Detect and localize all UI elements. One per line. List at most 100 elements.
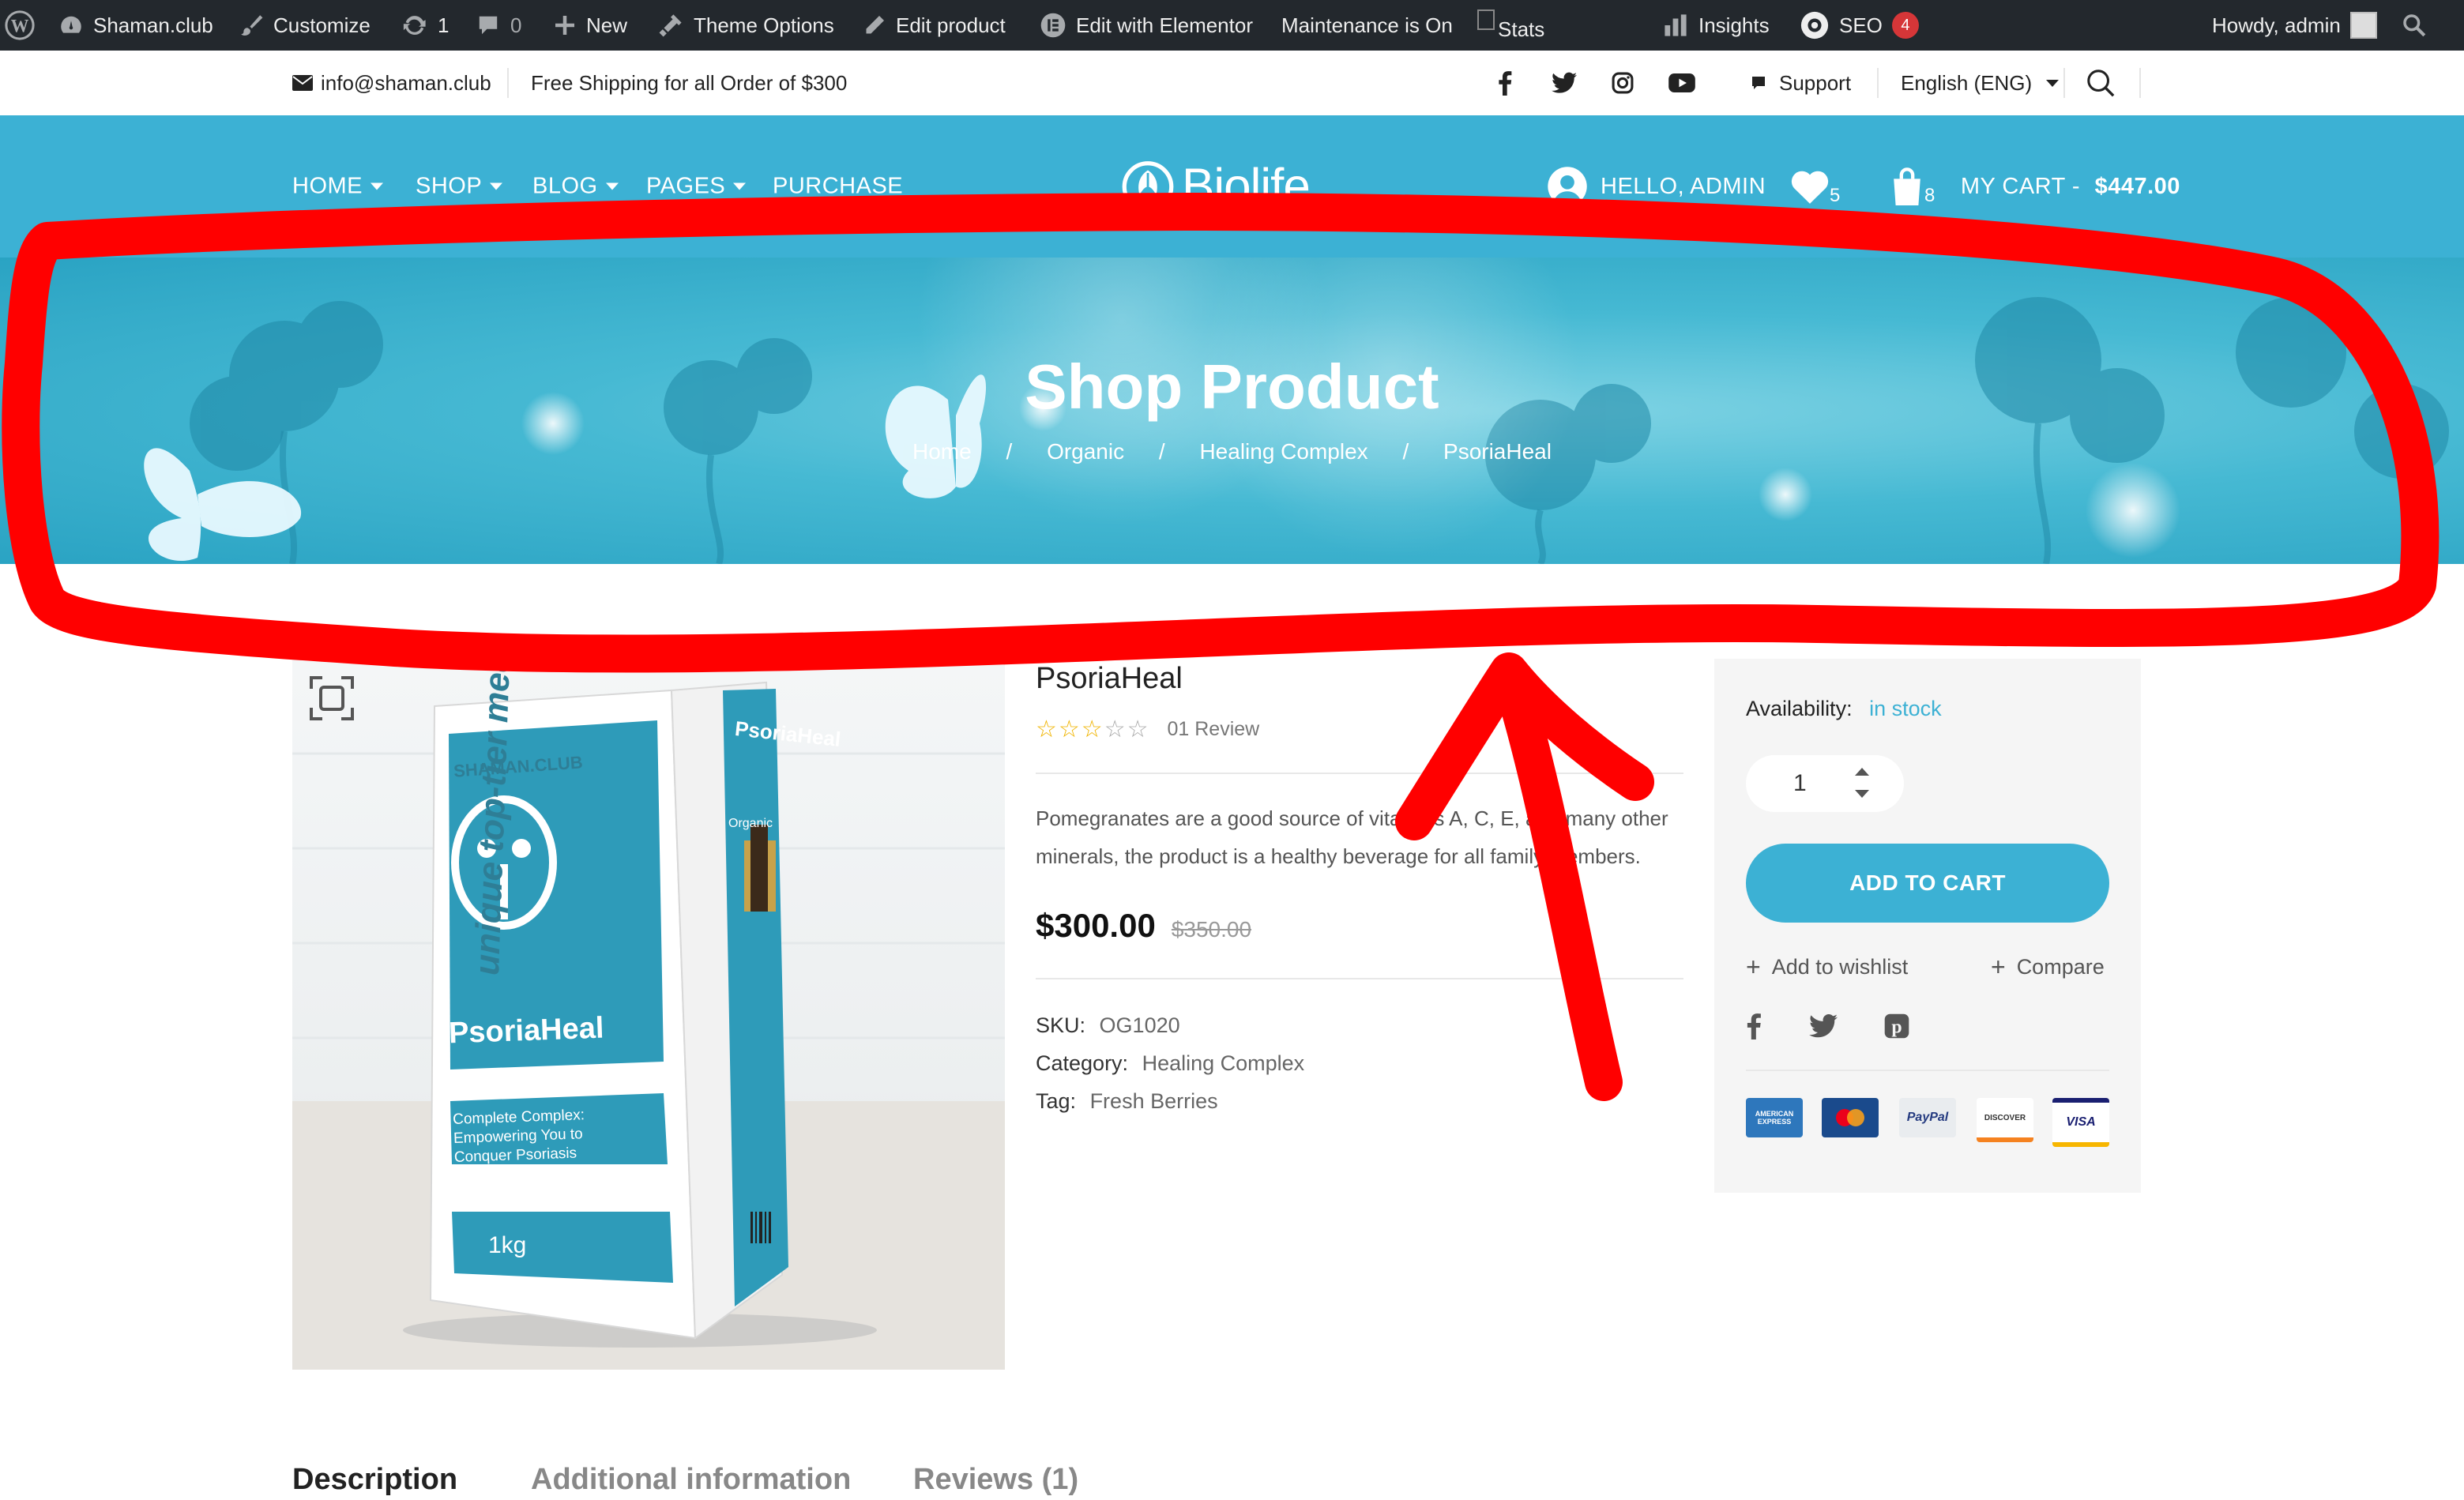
admin-theme-options-link[interactable]: Theme Options — [657, 0, 834, 51]
twitter-icon[interactable] — [1552, 51, 1577, 115]
star-rating-empty: ☆☆ — [1104, 716, 1150, 742]
star-rating[interactable]: ☆☆☆ — [1036, 716, 1104, 743]
shipping-notice: Free Shipping for all Order of $300 — [531, 51, 847, 115]
broken-image-icon — [1477, 9, 1495, 30]
nav-purchase[interactable]: PURCHASE — [773, 174, 903, 200]
page-title: Shop Product — [1025, 352, 1439, 422]
search-icon[interactable] — [2086, 51, 2116, 115]
box-weight: 1kg — [488, 1232, 527, 1258]
site-logo[interactable]: Biolife — [1120, 159, 1311, 215]
admin-stats-label: Stats — [1498, 17, 1545, 41]
wishlist-count: 5 — [1830, 185, 1841, 206]
tag-link[interactable]: Fresh Berries — [1090, 1089, 1218, 1113]
nav-blog[interactable]: BLOG — [532, 174, 619, 200]
nav-shop[interactable]: SHOP — [416, 173, 503, 200]
facebook-icon[interactable] — [1498, 51, 1512, 115]
tab-additional-information[interactable]: Additional information — [531, 1463, 851, 1497]
breadcrumb-home[interactable]: Home — [912, 439, 972, 464]
nav-shop-label: SHOP — [416, 173, 483, 199]
admin-new-link[interactable]: New — [553, 0, 627, 51]
admin-customize-link[interactable]: Customize — [239, 0, 371, 51]
cart-link[interactable]: 8 MY CART - $447.00 — [1888, 165, 2180, 208]
admin-insights-link[interactable]: Insights — [1662, 0, 1770, 51]
admin-elementor-link[interactable]: Edit with Elementor — [1040, 0, 1253, 51]
admin-search-icon[interactable] — [2402, 0, 2427, 51]
mastercard-icon — [1822, 1098, 1879, 1137]
quantity-down-icon[interactable] — [1855, 790, 1869, 798]
visa-icon: VISA — [2052, 1098, 2109, 1147]
wishlist-link[interactable]: 5 — [1789, 166, 1841, 207]
share-facebook-icon[interactable] — [1746, 1013, 1762, 1043]
category-label: Category: — [1036, 1051, 1129, 1075]
admin-account-link[interactable]: Howdy, admin — [2212, 0, 2377, 51]
elementor-icon — [1040, 13, 1066, 38]
account-link[interactable]: HELLO, ADMIN — [1547, 166, 1766, 207]
product-title: PsoriaHeal — [1036, 662, 1183, 695]
quantity-up-icon[interactable] — [1855, 768, 1869, 776]
nav-pages[interactable]: PAGES — [646, 174, 747, 200]
admin-maintenance-label: Maintenance is On — [1281, 13, 1453, 37]
tab-reviews[interactable]: Reviews (1) — [913, 1463, 1078, 1497]
admin-seo-link[interactable]: SEO 4 — [1800, 0, 1919, 51]
share-pinterest-icon[interactable]: p — [1883, 1013, 1910, 1043]
breadcrumb-current: PsoriaHeal — [1443, 439, 1552, 464]
sku-value: OG1020 — [1099, 1013, 1180, 1037]
breadcrumb-organic[interactable]: Organic — [1047, 439, 1124, 464]
breadcrumb-healing-complex[interactable]: Healing Complex — [1199, 439, 1367, 464]
divider — [1036, 773, 1683, 774]
divider — [2139, 68, 2141, 98]
admin-maintenance-link[interactable]: Maintenance is On — [1281, 0, 1453, 51]
leaf-logo-icon — [1122, 160, 1174, 212]
review-count[interactable]: 01 Review — [1167, 718, 1259, 741]
share-twitter-icon[interactable] — [1809, 1013, 1838, 1042]
admin-edit-product-link[interactable]: Edit product — [863, 0, 1006, 51]
category-row: Category: Healing Complex — [1036, 1044, 1304, 1082]
quantity-stepper[interactable]: 1 — [1746, 755, 1904, 812]
zoom-icon[interactable] — [308, 675, 355, 722]
current-price: $300.00 — [1036, 907, 1156, 944]
youtube-icon[interactable] — [1668, 51, 1695, 115]
admin-elementor-label: Edit with Elementor — [1076, 13, 1253, 37]
support-label: Support — [1779, 70, 1852, 95]
plus-icon: + — [1991, 953, 2006, 981]
admin-comments-link[interactable]: 0 — [476, 0, 521, 51]
breadcrumb-separator: / — [1402, 439, 1409, 464]
wall-texture — [292, 681, 1005, 1370]
tag-row: Tag: Fresh Berries — [1036, 1082, 1304, 1120]
divider — [2063, 68, 2065, 98]
sku-label: SKU: — [1036, 1013, 1086, 1037]
language-selector[interactable]: English (ENG) — [1901, 51, 2060, 115]
compare-label: Compare — [2016, 955, 2105, 979]
plus-icon: + — [1746, 953, 1761, 981]
dashboard-icon — [61, 16, 81, 33]
instagram-icon[interactable] — [1612, 51, 1634, 115]
chevron-down-icon — [490, 182, 503, 190]
availability-status: in stock — [1869, 697, 1942, 720]
admin-new-label: New — [586, 13, 628, 37]
availability-row: Availability: in stock — [1746, 697, 1942, 721]
admin-stats-link[interactable]: Stats — [1477, 0, 1544, 51]
category-link[interactable]: Healing Complex — [1142, 1051, 1305, 1075]
wordpress-logo-icon[interactable]: W — [5, 0, 35, 51]
top-info-bar: info@shaman.club Free Shipping for all O… — [0, 51, 2464, 116]
tab-description[interactable]: Description — [292, 1463, 457, 1497]
admin-site-link[interactable]: Shaman.club — [58, 0, 213, 51]
add-to-cart-button[interactable]: ADD TO CART — [1746, 844, 2109, 923]
product-gallery[interactable]: SHAMAN.CLUB PsoriaHeal Complete Complex:… — [292, 659, 1005, 1370]
email-link[interactable]: info@shaman.club — [292, 51, 491, 115]
divider — [1877, 68, 1879, 98]
admin-updates-link[interactable]: 1 — [401, 0, 449, 51]
shopping-bag-icon — [1894, 167, 1920, 205]
divider — [1746, 1070, 2109, 1071]
chevron-down-icon — [2046, 79, 2060, 87]
quantity-value: 1 — [1793, 770, 1807, 796]
compare-link[interactable]: + Compare — [1991, 953, 2105, 982]
svg-text:W: W — [11, 17, 29, 36]
nav-blog-label: BLOG — [532, 173, 598, 199]
add-to-wishlist-link[interactable]: + Add to wishlist — [1746, 953, 1908, 982]
nav-home[interactable]: HOME — [292, 174, 383, 200]
admin-bar: W Shaman.club Customize 1 0 New Theme Op… — [0, 0, 2464, 51]
hammer-icon — [659, 14, 682, 37]
comment-icon — [479, 16, 498, 35]
support-link[interactable]: Support — [1751, 51, 1851, 115]
